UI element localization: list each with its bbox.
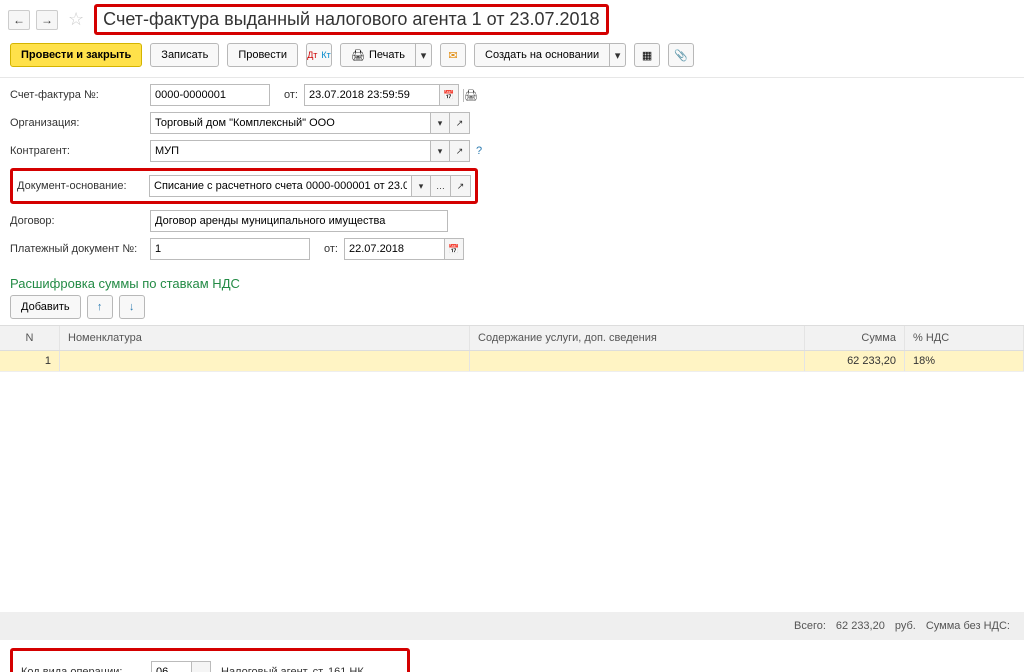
- print-button[interactable]: 🖨 Печать: [340, 43, 416, 67]
- table-row[interactable]: 1 62 233,20 18%: [0, 351, 1024, 372]
- cell-nomenclature: [60, 351, 470, 371]
- opcode-select-button[interactable]: …: [191, 661, 211, 672]
- create-based-dropdown-toggle[interactable]: ▾: [610, 43, 626, 67]
- paydoc-date-input[interactable]: [344, 238, 444, 260]
- paydoc-label: Платежный документ №:: [10, 243, 150, 255]
- print-form-icon[interactable]: 🖨: [463, 89, 478, 102]
- cell-n: 1: [0, 351, 60, 371]
- organization-input[interactable]: [150, 112, 430, 134]
- favorite-star-icon[interactable]: ☆: [68, 9, 84, 30]
- opcode-input[interactable]: [151, 661, 191, 672]
- counterparty-label: Контрагент:: [10, 145, 150, 157]
- novat-label: Сумма без НДС:: [926, 620, 1010, 632]
- write-button[interactable]: Записать: [150, 43, 219, 67]
- email-button[interactable]: ✉: [440, 43, 466, 67]
- counterparty-dropdown-toggle[interactable]: ▾: [430, 140, 450, 162]
- contract-input[interactable]: [150, 210, 448, 232]
- arrow-up-icon: ↑: [97, 301, 103, 313]
- invoice-from-label: от:: [284, 89, 298, 101]
- post-and-close-button[interactable]: Провести и закрыть: [10, 43, 142, 67]
- basis-dropdown-toggle[interactable]: ▾: [411, 175, 431, 197]
- col-sum: Сумма: [805, 326, 905, 350]
- toolbar: Провести и закрыть Записать Провести ДтК…: [0, 39, 1024, 78]
- envelope-icon: ✉: [448, 49, 457, 62]
- post-button[interactable]: Провести: [227, 43, 298, 67]
- attach-button[interactable]: 📎: [668, 43, 694, 67]
- paperclip-icon: 📎: [674, 49, 688, 62]
- vat-grid: N Номенклатура Содержание услуги, доп. с…: [0, 325, 1024, 612]
- registers-button[interactable]: ▦: [634, 43, 660, 67]
- basis-open-button[interactable]: ↗: [451, 175, 471, 197]
- total-currency: руб.: [895, 620, 916, 632]
- add-row-button[interactable]: Добавить: [10, 295, 81, 319]
- organization-dropdown-toggle[interactable]: ▾: [430, 112, 450, 134]
- total-label: Всего:: [794, 620, 826, 632]
- create-based-button[interactable]: Создать на основании: [474, 43, 610, 67]
- contract-label: Договор:: [10, 215, 150, 227]
- counterparty-input[interactable]: [150, 140, 430, 162]
- counterparty-open-button[interactable]: ↗: [450, 140, 470, 162]
- nav-forward-button[interactable]: →: [36, 10, 58, 30]
- basis-select-button[interactable]: …: [431, 175, 451, 197]
- calendar-icon[interactable]: 📅: [439, 84, 459, 106]
- paydoc-from-label: от:: [324, 243, 338, 255]
- move-down-button[interactable]: ↓: [119, 295, 145, 319]
- opcode-description: Налоговый агент, ст. 161 НК: [221, 666, 364, 672]
- calendar-icon[interactable]: 📅: [444, 238, 464, 260]
- move-up-button[interactable]: ↑: [87, 295, 113, 319]
- opcode-label: Код вида операции:: [21, 666, 151, 672]
- invoice-number-input[interactable]: [150, 84, 270, 106]
- col-n: N: [0, 326, 60, 350]
- col-vat: % НДС: [905, 326, 1024, 350]
- invoice-number-label: Счет-фактура №:: [10, 89, 150, 101]
- nav-back-button[interactable]: ←: [8, 10, 30, 30]
- paydoc-number-input[interactable]: [150, 238, 310, 260]
- dtkt-button[interactable]: ДтКт: [306, 43, 332, 67]
- col-nomenclature: Номенклатура: [60, 326, 470, 350]
- cell-vat: 18%: [905, 351, 1024, 371]
- invoice-date-input[interactable]: [304, 84, 439, 106]
- arrow-down-icon: ↓: [129, 301, 135, 313]
- page-title: Счет-фактура выданный налогового агента …: [94, 4, 608, 35]
- grid-empty-space: [0, 372, 1024, 612]
- col-content: Содержание услуги, доп. сведения: [470, 326, 805, 350]
- organization-label: Организация:: [10, 117, 150, 129]
- basis-input[interactable]: [149, 175, 411, 197]
- organization-open-button[interactable]: ↗: [450, 112, 470, 134]
- cell-sum: 62 233,20: [805, 351, 905, 371]
- help-icon[interactable]: ?: [476, 145, 482, 157]
- total-value: 62 233,20: [836, 620, 885, 632]
- cell-content: [470, 351, 805, 371]
- basis-label: Документ-основание:: [17, 180, 149, 192]
- registers-icon: ▦: [642, 49, 652, 62]
- print-dropdown-toggle[interactable]: ▾: [416, 43, 432, 67]
- printer-icon: 🖨: [351, 49, 365, 62]
- vat-breakdown-title: Расшифровка суммы по ставкам НДС: [0, 272, 1024, 295]
